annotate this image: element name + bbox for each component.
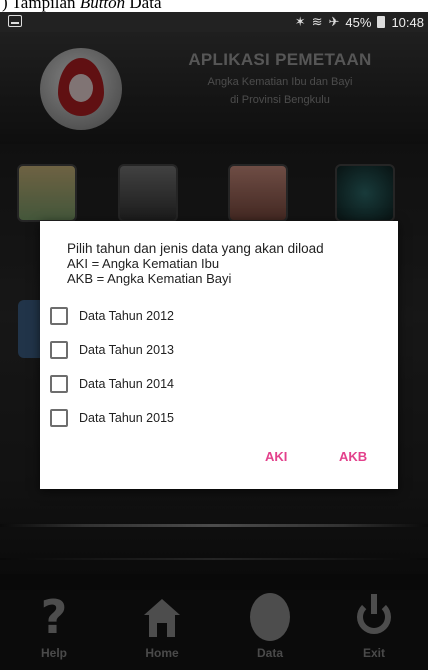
notification-icon (8, 15, 22, 27)
checkbox-box[interactable] (50, 341, 68, 359)
checkbox-2015[interactable]: Data Tahun 2015 (50, 407, 174, 429)
bluetooth-icon: ✶ (294, 14, 306, 29)
battery-percent: 45% (345, 14, 372, 30)
checkbox-label: Data Tahun 2015 (79, 411, 174, 425)
akb-button[interactable]: AKB (339, 449, 367, 464)
battery-icon (377, 16, 386, 28)
aki-button[interactable]: AKI (265, 449, 287, 464)
checkbox-label: Data Tahun 2014 (79, 377, 174, 391)
checkbox-2012[interactable]: Data Tahun 2012 (50, 305, 174, 327)
data-selection-dialog: Pilih tahun dan jenis data yang akan dil… (40, 221, 398, 489)
phone-screen: ✶ ≋ ✈ 45% 10:48 APLIKASI PEMETAAN Angka … (0, 12, 428, 670)
status-time: 10:48 (391, 14, 424, 30)
checkbox-box[interactable] (50, 307, 68, 325)
wifi-icon: ≋ (311, 14, 323, 29)
checkbox-label: Data Tahun 2013 (79, 343, 174, 357)
airplane-icon: ✈ (328, 14, 340, 29)
dialog-message: Pilih tahun dan jenis data yang akan dil… (67, 241, 324, 286)
document-caption: ) Tampilan Button Data (0, 0, 428, 12)
status-bar: ✶ ≋ ✈ 45% 10:48 (0, 12, 428, 32)
checkbox-box[interactable] (50, 409, 68, 427)
checkbox-2014[interactable]: Data Tahun 2014 (50, 373, 174, 395)
checkbox-label: Data Tahun 2012 (79, 309, 174, 323)
checkbox-box[interactable] (50, 375, 68, 393)
checkbox-2013[interactable]: Data Tahun 2013 (50, 339, 174, 361)
